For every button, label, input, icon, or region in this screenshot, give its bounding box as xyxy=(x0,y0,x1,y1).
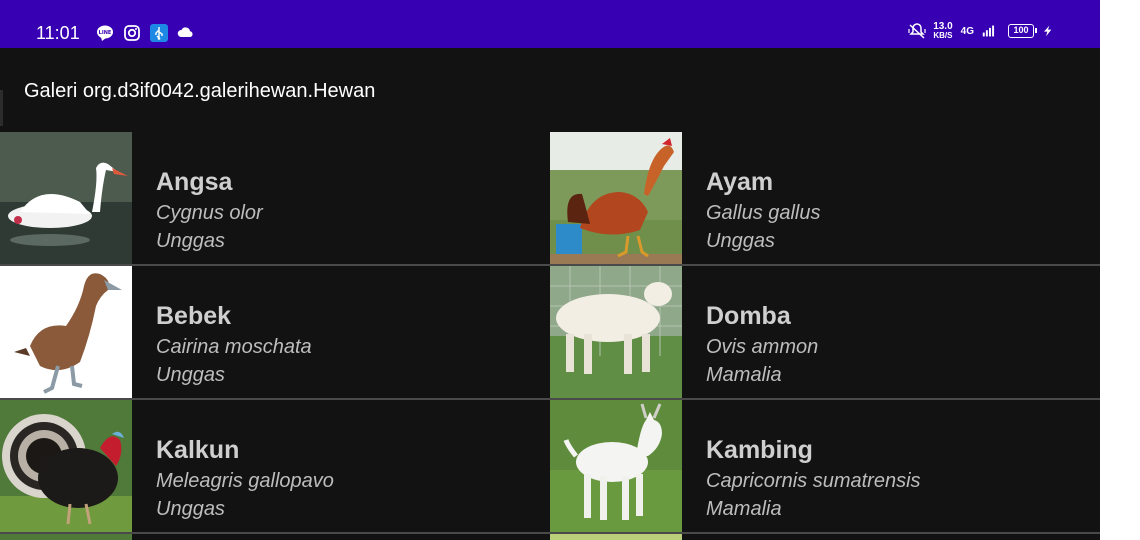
rooster-image xyxy=(550,132,682,264)
animal-name: Angsa xyxy=(156,168,233,196)
swan-image xyxy=(0,132,132,264)
usb-icon xyxy=(150,24,168,42)
app-bar: Galeri org.d3if0042.galerihewan.Hewan xyxy=(0,48,1100,132)
animal-latin-name: Ovis ammon xyxy=(706,336,819,358)
animal-latin-name: Cygnus olor xyxy=(156,202,263,224)
animal-card[interactable]: Domba Ovis ammon Mamalia xyxy=(550,266,1100,400)
animal-name: Ayam xyxy=(706,168,774,196)
animal-latin-name: Cairina moschata xyxy=(156,336,312,358)
animal-latin-name: Capricornis sumatrensis xyxy=(706,470,921,492)
animal-latin-name: Gallus gallus xyxy=(706,202,821,224)
animal-grid[interactable]: Angsa Cygnus olor Unggas Ayam Gallus gal… xyxy=(0,132,1100,540)
animal-name: Domba xyxy=(706,302,791,330)
status-icons-right: 13.0 KB/S 4G 100 xyxy=(907,22,1060,40)
animal-latin-name: Meleagris gallopavo xyxy=(156,470,334,492)
instagram-icon xyxy=(123,24,141,42)
animal-name: Bebek xyxy=(156,302,232,330)
screen-edge xyxy=(1100,0,1140,540)
animal-name: Kambing xyxy=(706,436,813,464)
svg-text:LINE: LINE xyxy=(99,30,112,36)
animal-class: Mamalia xyxy=(706,364,782,386)
line-icon: LINE xyxy=(96,24,114,42)
edge-indicator xyxy=(0,90,3,126)
animal-card[interactable]: Bebek Cairina moschata Unggas xyxy=(0,266,550,400)
animal-class: Unggas xyxy=(706,230,775,252)
goat-image xyxy=(550,400,682,532)
animal-class: Unggas xyxy=(156,364,225,386)
mute-bell-icon xyxy=(907,22,926,40)
animal-card[interactable]: Ayam Gallus gallus Unggas xyxy=(550,132,1100,266)
status-time: 11:01 xyxy=(36,23,80,43)
animal-card[interactable]: Kalkun Meleagris gallopavo Unggas xyxy=(0,400,550,534)
battery-indicator: 100 xyxy=(1008,24,1037,38)
status-icons-left: LINE xyxy=(96,24,195,42)
app-content: Galeri org.d3if0042.galerihewan.Hewan An… xyxy=(0,48,1100,540)
status-bar: 11:01 LINE 13.0 KB/S 4G 100 xyxy=(0,0,1100,48)
net-speed-unit: KB/S xyxy=(933,31,953,40)
signal-icon xyxy=(982,22,1000,40)
net-type: 4G xyxy=(960,25,974,37)
app-title: Galeri org.d3if0042.galerihewan.Hewan xyxy=(24,80,376,102)
sheep-image xyxy=(550,266,682,398)
duck-image xyxy=(0,266,132,398)
animal-name: Kalkun xyxy=(156,436,240,464)
animal-class: Unggas xyxy=(156,498,225,520)
net-speed: 13.0 KB/S xyxy=(933,22,953,41)
charging-icon xyxy=(1042,22,1060,40)
animal-card[interactable]: Angsa Cygnus olor Unggas xyxy=(0,132,550,266)
next-row-thumb-right xyxy=(550,534,682,540)
next-row-thumb-left xyxy=(0,534,132,540)
turkey-image xyxy=(0,400,132,532)
animal-card[interactable]: Kambing Capricornis sumatrensis Mamalia xyxy=(550,400,1100,534)
cloud-icon xyxy=(177,24,195,42)
animal-class: Unggas xyxy=(156,230,225,252)
animal-class: Mamalia xyxy=(706,498,782,520)
